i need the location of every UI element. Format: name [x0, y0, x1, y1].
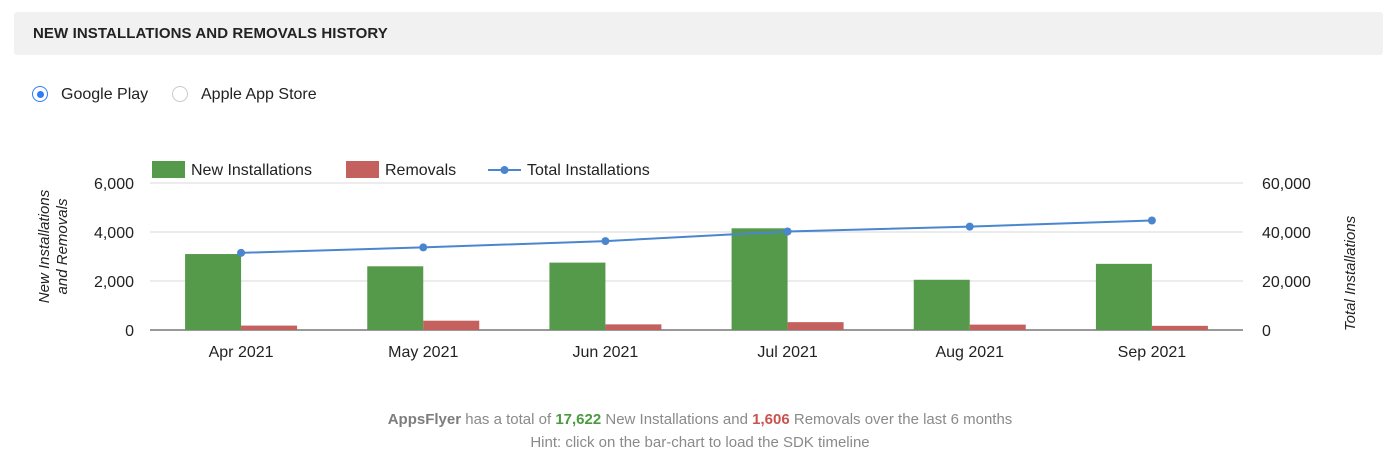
google-play-label: Google Play	[61, 86, 149, 103]
x-tick-label: Apr 2021	[209, 344, 274, 361]
y-tick-label: 4,000	[94, 225, 134, 242]
y-axis-title-line: and Removals	[54, 198, 71, 294]
point-total-installations	[419, 243, 428, 252]
bar-new-installations	[549, 262, 606, 330]
point-total-installations	[601, 237, 610, 246]
y-tick-label: 0	[125, 323, 134, 340]
y-tick-label: 2,000	[94, 274, 134, 291]
section-header: NEW INSTALLATIONS AND REMOVALS HISTORY	[14, 12, 1383, 55]
point-total-installations	[965, 222, 974, 231]
summary-text-2: New Installations and	[605, 411, 748, 428]
installs-chart[interactable]: 0 2,000 4,000 6,000 0 20,000 40,000 60,000 New I…	[0, 140, 1400, 370]
summary-text-3: Removals over the last 6 months	[793, 411, 1013, 428]
x-tick-label: Jun 2021	[572, 344, 638, 361]
apple-app-store-radio[interactable]: Apple App Store	[172, 84, 332, 106]
x-tick-label: Aug 2021	[935, 344, 1004, 361]
summary-removals-count: 1,606	[752, 411, 790, 428]
y2-tick-label: 40,000	[1262, 225, 1311, 242]
summary-text-1: has a total of	[465, 411, 552, 428]
radio-selected-icon	[32, 86, 48, 102]
bar-new-installations	[185, 254, 242, 330]
bar-new-installations	[913, 279, 970, 330]
summary-app-name: AppsFlyer	[387, 411, 462, 428]
legend-label-removals: Removals	[385, 162, 456, 179]
series-line-total-installations	[241, 219, 1152, 254]
legend-label-total-installations: Total Installations	[527, 162, 650, 179]
point-total-installations	[237, 248, 246, 257]
section-title: NEW INSTALLATIONS AND REMOVALS HISTORY	[33, 25, 388, 42]
y-tick-label: 6,000	[94, 176, 134, 193]
bar-new-installations	[731, 228, 788, 330]
legend-swatch-new-installations	[152, 161, 185, 178]
legend-swatch-removals	[346, 161, 379, 178]
google-play-radio[interactable]: Google Play	[32, 84, 157, 106]
legend-label-new-installations: New Installations	[191, 162, 312, 179]
y2-axis-title: Total Installations	[1342, 215, 1359, 331]
x-tick-label: May 2021	[388, 344, 458, 361]
bar-removals	[787, 322, 844, 330]
bar-removals	[969, 324, 1026, 330]
bar-removals	[1151, 325, 1208, 330]
bar-new-installations	[1095, 263, 1152, 330]
apple-app-store-label: Apple App Store	[201, 86, 317, 103]
summary-installs-count: 17,622	[555, 411, 602, 428]
radio-unselected-icon	[172, 86, 188, 102]
y2-tick-label: 60,000	[1262, 176, 1311, 193]
y2-tick-label: 20,000	[1262, 274, 1311, 291]
y-axis-title: New Installationsand Removals	[36, 189, 71, 303]
legend-swatch-point-total	[500, 166, 509, 174]
point-total-installations	[783, 227, 792, 236]
summary-hint: Hint: click on the bar-chart to load the…	[530, 434, 870, 451]
summary-line: AppsFlyer has a total of 17,622 New Inst…	[0, 411, 1400, 428]
bar-removals	[241, 325, 298, 330]
y-axis-title-line: New Installations	[36, 189, 53, 303]
point-total-installations	[1147, 216, 1156, 225]
x-tick-label: Sep 2021	[1118, 344, 1187, 361]
x-tick-label: Jul 2021	[757, 344, 818, 361]
bar-removals	[605, 324, 662, 330]
bar-new-installations	[367, 266, 424, 330]
bar-removals	[423, 320, 480, 330]
y2-tick-label: 0	[1262, 323, 1271, 340]
